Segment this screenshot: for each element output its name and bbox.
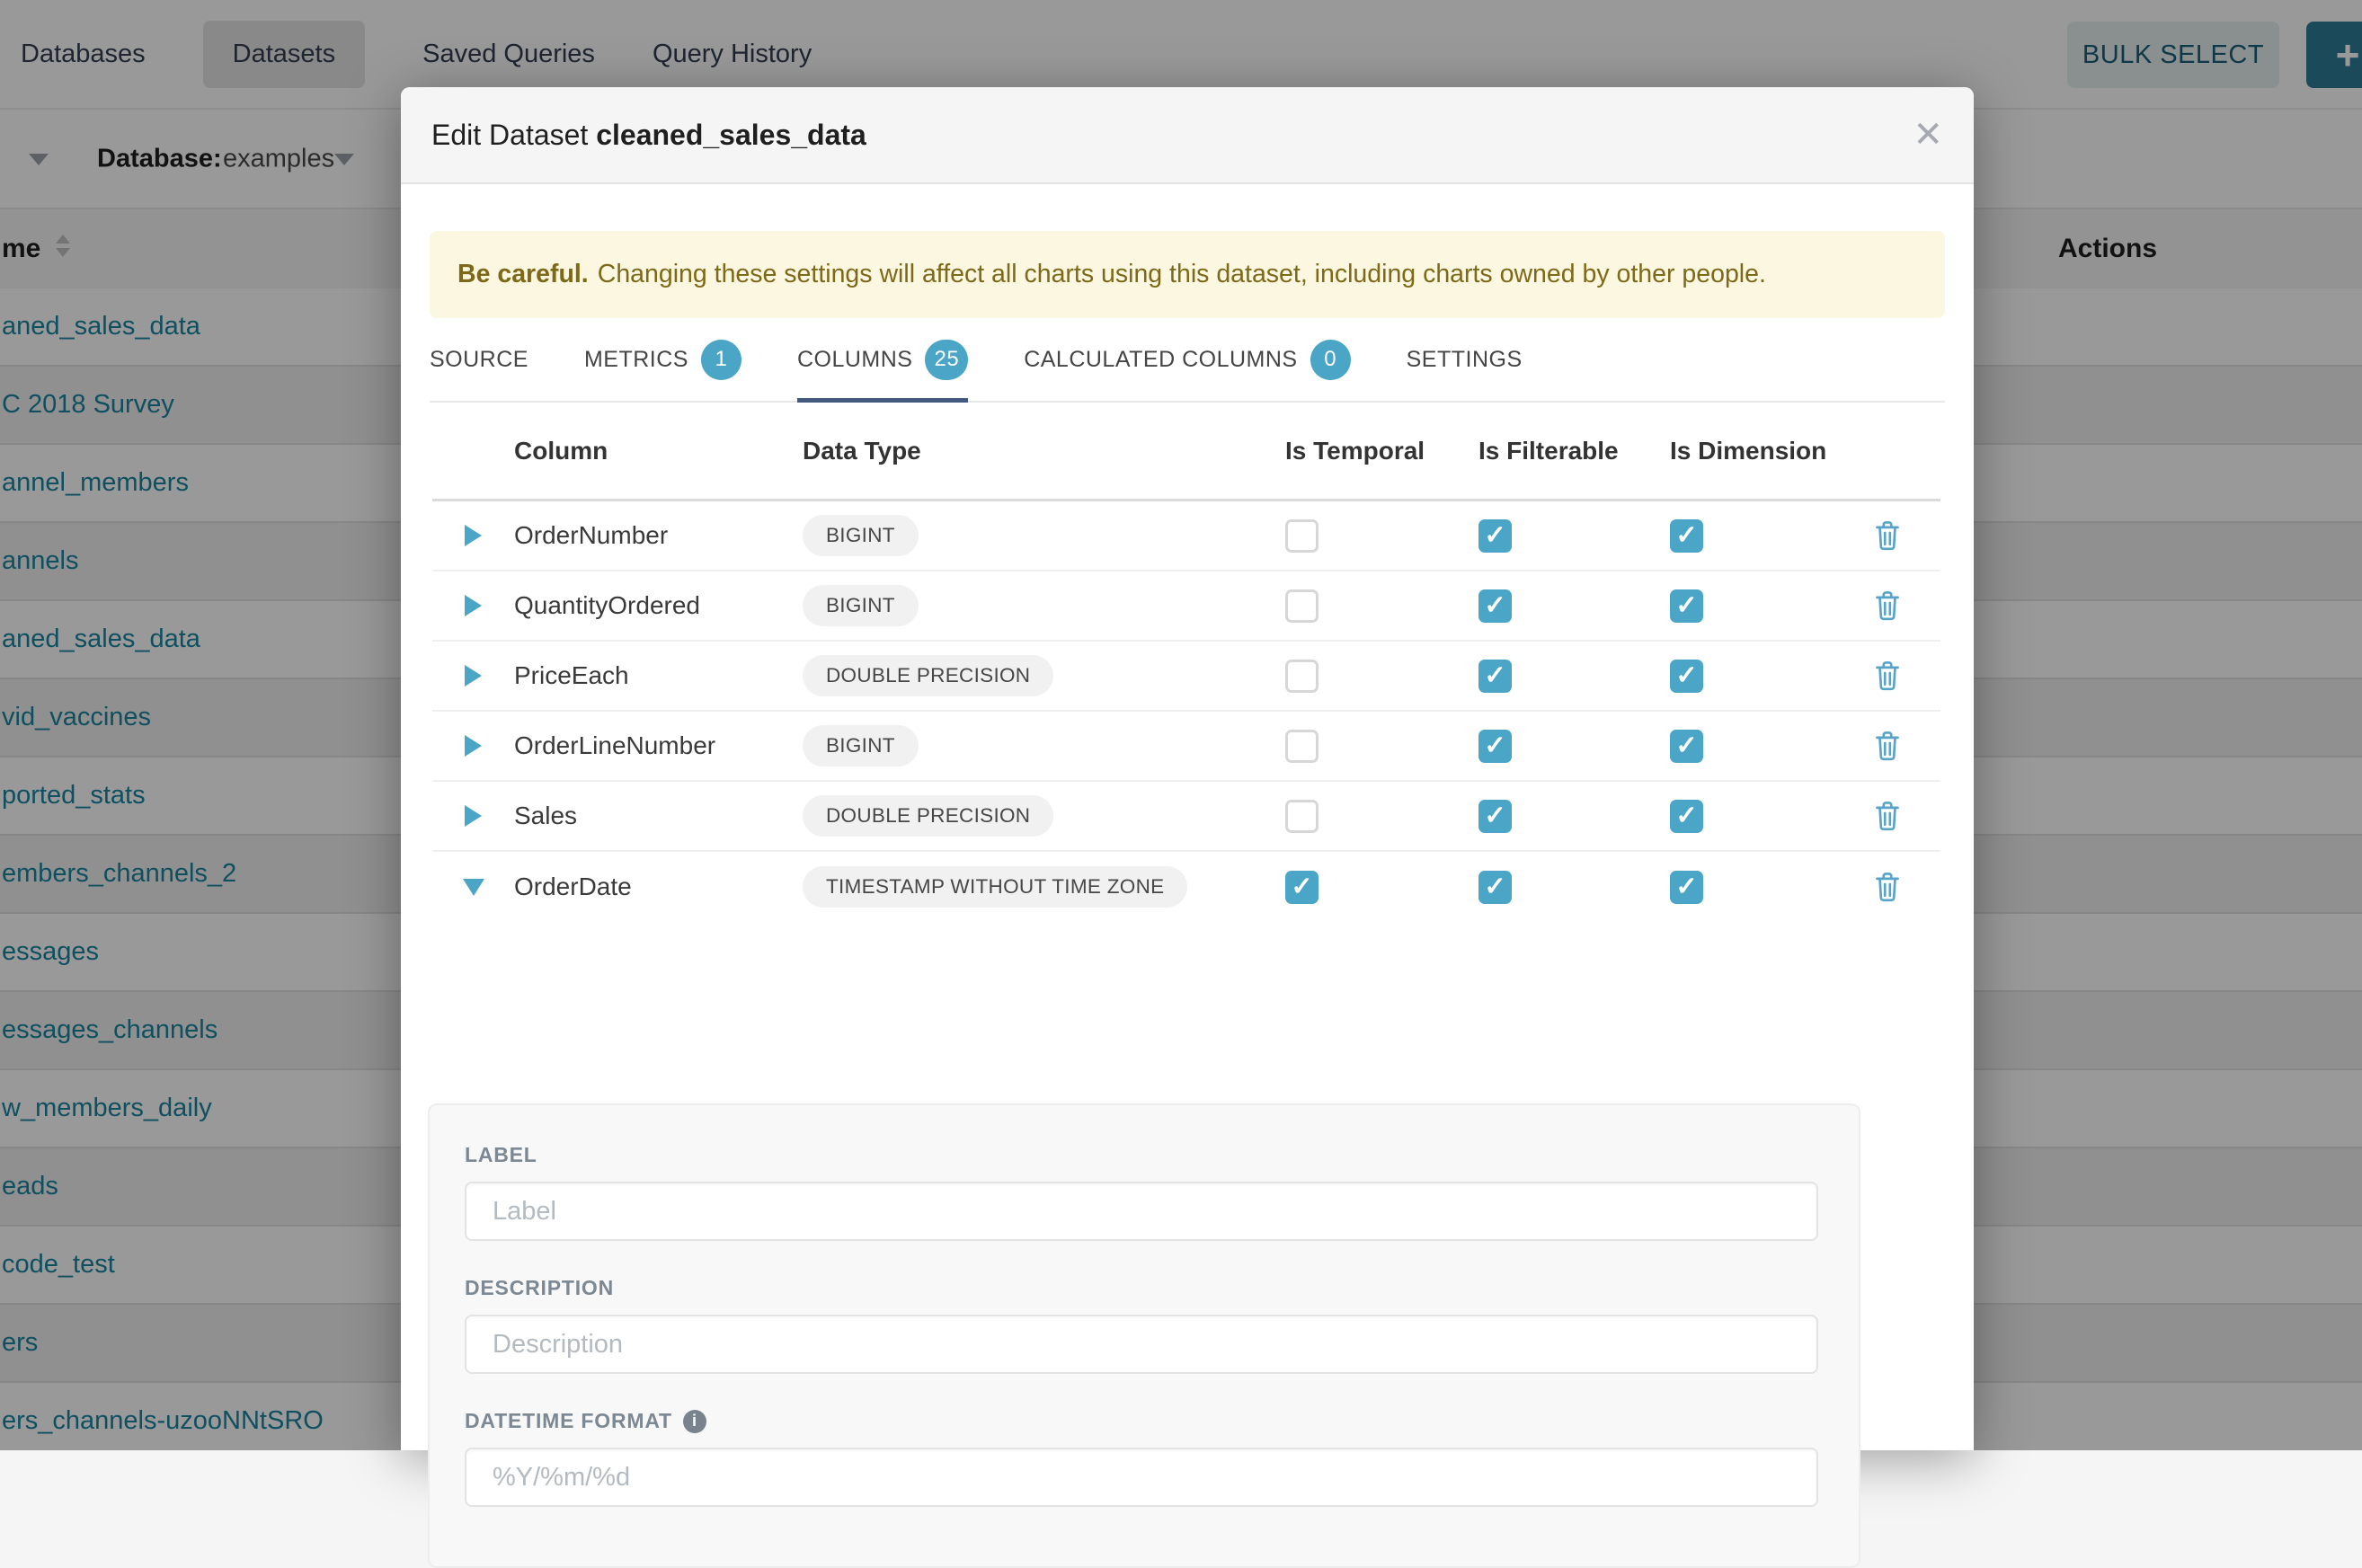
expand-caret-icon[interactable] [465,595,482,616]
is-dimension-checkbox[interactable]: ✓ [1670,519,1703,553]
close-icon[interactable]: ✕ [1913,117,1943,153]
warning-bold: Be careful. [457,260,589,289]
data-type-pill: BIGINT [803,585,919,626]
tab-calculated-columns[interactable]: CALCULATED COLUMNS 0 [1024,318,1350,401]
delete-column-button[interactable] [1874,801,1940,831]
tab-settings[interactable]: SETTINGS [1407,318,1523,401]
datetime-format-field-caption: DATETIME FORMAT i [465,1409,1818,1433]
column-name: OrderLineNumber [514,731,715,760]
modal-dataset-name: cleaned_sales_data [596,119,866,151]
modal-body: Be careful. Changing these settings will… [401,231,1974,1497]
data-type-pill: TIMESTAMP WITHOUT TIME ZONE [803,866,1187,908]
datetime-format-field-group: DATETIME FORMAT i [465,1409,1818,1507]
modal-title: Edit Dataset cleaned_sales_data [431,119,866,152]
label-field-caption: LABEL [465,1143,1818,1167]
info-icon[interactable]: i [683,1410,706,1433]
column-name: OrderNumber [514,521,668,550]
description-field-group: DESCRIPTION [465,1276,1818,1374]
expand-caret-icon[interactable] [465,665,482,687]
is-filterable-checkbox[interactable]: ✓ [1478,519,1512,553]
data-type-pill: DOUBLE PRECISION [803,655,1053,696]
delete-column-button[interactable] [1874,872,1940,902]
delete-column-button[interactable] [1874,660,1940,691]
is-filterable-checkbox[interactable]: ✓ [1478,660,1512,693]
tab-count-badge: 0 [1310,340,1351,380]
tab-label: CALCULATED COLUMNS [1024,347,1297,373]
description-input[interactable] [465,1315,1818,1374]
modal-header: Edit Dataset cleaned_sales_data ✕ [401,87,1974,184]
column-name: QuantityOrdered [514,591,700,620]
is-dimension-checkbox[interactable]: ✓ [1670,660,1703,693]
expand-caret-icon[interactable] [465,805,482,827]
columns-table-rows: OrderNumber BIGINT ✓ ✓ QuantityOrdered BIGINT… [430,501,1945,922]
is-filterable-checkbox[interactable]: ✓ [1478,800,1512,833]
tab-metrics[interactable]: METRICS 1 [584,318,741,401]
column-row: OrderDate TIMESTAMP WITHOUT TIME ZONE ✓ ✓ ✓ [432,852,1940,922]
tab-label: SOURCE [430,347,528,373]
column-row: Sales DOUBLE PRECISION ✓ ✓ [432,782,1940,852]
modal-tabs: SOURCE METRICS 1 COLUMNS 25 CALCULATED COLUMN… [430,318,1945,403]
tab-source[interactable]: SOURCE [430,318,528,401]
expand-caret-icon[interactable] [465,735,482,757]
is-dimension-checkbox[interactable]: ✓ [1670,589,1703,623]
is-dimension-checkbox[interactable]: ✓ [1670,730,1703,763]
data-type-pill: DOUBLE PRECISION [803,795,1053,837]
label-input[interactable] [465,1182,1818,1241]
tab-label: METRICS [584,347,688,373]
column-row: OrderLineNumber BIGINT ✓ ✓ [432,712,1940,782]
label-field-group: LABEL [465,1143,1818,1241]
description-field-caption: DESCRIPTION [465,1276,1818,1300]
is-temporal-checkbox[interactable] [1285,519,1319,553]
tab-columns[interactable]: COLUMNS 25 [797,318,968,401]
delete-column-button[interactable] [1874,590,1940,621]
delete-column-button[interactable] [1874,731,1940,761]
column-header-is-dimension: Is Dimension [1670,437,1874,465]
column-header-column: Column [514,437,803,465]
column-name: Sales [514,802,577,830]
is-dimension-checkbox[interactable]: ✓ [1670,800,1703,833]
is-filterable-checkbox[interactable]: ✓ [1478,730,1512,763]
column-editor-panel: LABEL DESCRIPTION DATETIME FORMAT i [428,1103,1860,1568]
is-temporal-checkbox[interactable]: ✓ [1285,871,1319,904]
datetime-format-input[interactable] [465,1448,1818,1507]
column-row: PriceEach DOUBLE PRECISION ✓ ✓ [432,642,1940,712]
edit-dataset-modal: Edit Dataset cleaned_sales_data ✕ Be car… [401,87,1974,1450]
is-filterable-checkbox[interactable]: ✓ [1478,589,1512,623]
data-type-pill: BIGINT [803,725,919,766]
collapse-caret-icon[interactable] [463,879,484,896]
warning-banner: Be careful. Changing these settings will… [430,231,1945,318]
column-header-is-filterable: Is Filterable [1478,437,1670,465]
is-temporal-checkbox[interactable] [1285,660,1319,693]
column-header-data-type: Data Type [803,437,1285,465]
column-row: QuantityOrdered BIGINT ✓ ✓ [432,571,1940,642]
column-name: OrderDate [514,873,632,901]
column-row: OrderNumber BIGINT ✓ ✓ [432,501,1940,571]
column-name: PriceEach [514,661,629,690]
is-dimension-checkbox[interactable]: ✓ [1670,871,1703,904]
is-temporal-checkbox[interactable] [1285,800,1319,833]
columns-table-header: ColumnData TypeIs TemporalIs FilterableI… [432,403,1940,501]
tab-label: COLUMNS [797,347,913,373]
is-temporal-checkbox[interactable] [1285,589,1319,623]
tab-label: SETTINGS [1407,347,1523,373]
tab-count-badge: 25 [925,340,968,380]
column-header-is-temporal: Is Temporal [1285,437,1478,465]
data-type-pill: BIGINT [803,515,919,556]
tab-count-badge: 1 [701,340,741,380]
is-filterable-checkbox[interactable]: ✓ [1478,871,1512,904]
expand-caret-icon[interactable] [465,525,482,546]
warning-text: Changing these settings will affect all … [598,260,1766,289]
modal-title-prefix: Edit Dataset [431,119,588,151]
is-temporal-checkbox[interactable] [1285,730,1319,763]
delete-column-button[interactable] [1874,520,1940,551]
